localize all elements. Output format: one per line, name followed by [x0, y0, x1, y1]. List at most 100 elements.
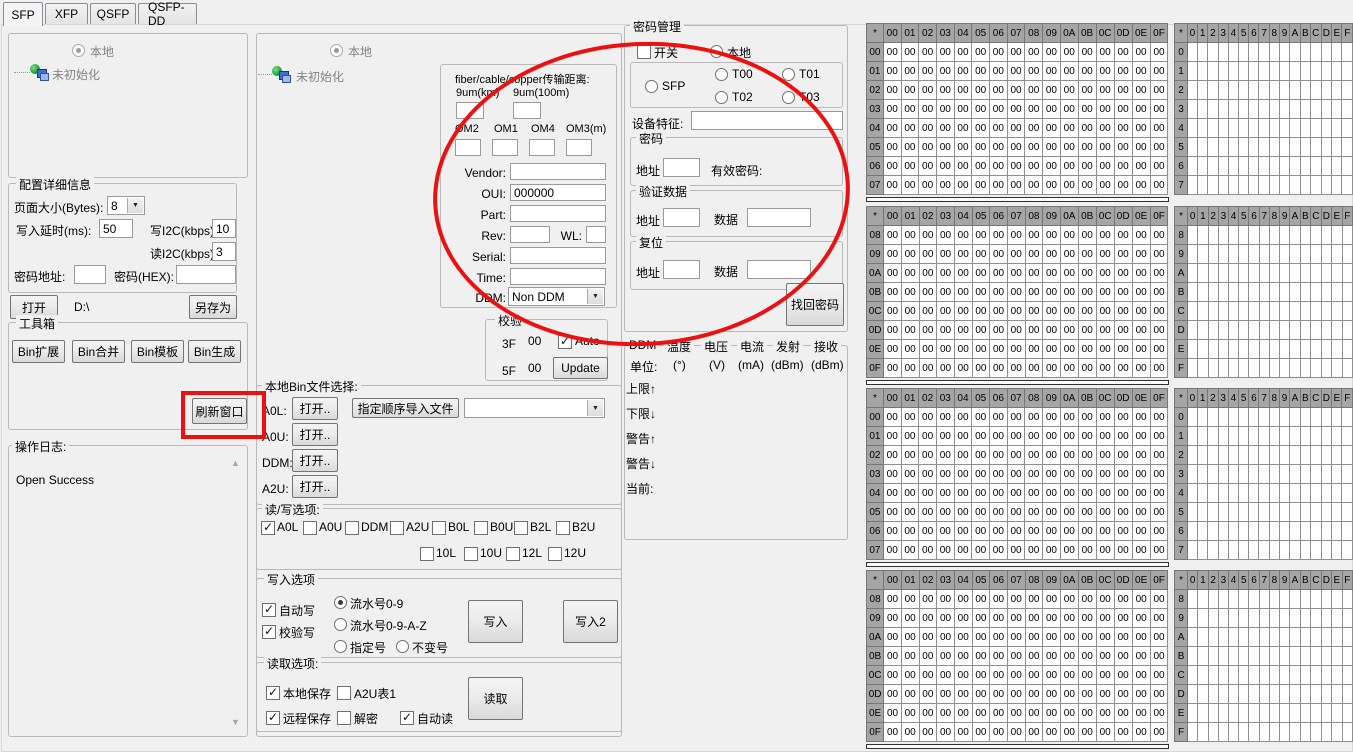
- hex-cell[interactable]: 00: [883, 43, 901, 62]
- hex-cell[interactable]: 00: [1043, 590, 1061, 609]
- hex-cell[interactable]: 00: [972, 647, 990, 666]
- ascii-cell[interactable]: [1269, 119, 1279, 138]
- ascii-cell[interactable]: [1198, 723, 1208, 742]
- ascii-cell[interactable]: [1290, 522, 1300, 541]
- ascii-cell[interactable]: [1239, 427, 1249, 446]
- hex-cell[interactable]: 00: [1078, 119, 1096, 138]
- hex-cell[interactable]: 00: [883, 465, 901, 484]
- hex-cell[interactable]: 00: [1007, 245, 1025, 264]
- hex-cell[interactable]: 00: [972, 283, 990, 302]
- ascii-cell[interactable]: [1321, 62, 1332, 81]
- ascii-cell[interactable]: [1311, 408, 1322, 427]
- hex-cell[interactable]: 00: [1114, 226, 1132, 245]
- hex-cell[interactable]: 00: [919, 723, 937, 742]
- hex-cell[interactable]: 00: [990, 541, 1008, 560]
- ascii-cell[interactable]: [1342, 408, 1353, 427]
- ascii-cell[interactable]: [1269, 176, 1279, 195]
- hex-cell[interactable]: 00: [937, 245, 955, 264]
- ascii-cell[interactable]: [1228, 100, 1238, 119]
- hex-cell[interactable]: 00: [1114, 446, 1132, 465]
- ascii-cell[interactable]: [1321, 503, 1332, 522]
- ascii-cell[interactable]: [1198, 321, 1208, 340]
- hex-cell[interactable]: 00: [1132, 100, 1150, 119]
- ascii-cell[interactable]: [1269, 302, 1279, 321]
- hex-cell[interactable]: 00: [919, 119, 937, 138]
- hex-cell[interactable]: 00: [1007, 62, 1025, 81]
- hex-cell[interactable]: 00: [990, 723, 1008, 742]
- ascii-cell[interactable]: [1311, 666, 1322, 685]
- hex-cell[interactable]: 00: [1025, 647, 1043, 666]
- hex-cell[interactable]: 00: [1114, 340, 1132, 359]
- ascii-cell[interactable]: [1279, 176, 1289, 195]
- hex-cell[interactable]: 00: [954, 609, 972, 628]
- ascii-cell[interactable]: [1208, 226, 1218, 245]
- ascii-cell[interactable]: [1342, 522, 1353, 541]
- ascii-cell[interactable]: [1321, 340, 1332, 359]
- hex-cell[interactable]: 00: [919, 503, 937, 522]
- ascii-cell[interactable]: [1300, 359, 1310, 378]
- ascii-cell[interactable]: [1259, 723, 1269, 742]
- ascii-cell[interactable]: [1321, 43, 1332, 62]
- t01-radio[interactable]: [782, 68, 795, 81]
- ascii-cell[interactable]: [1228, 590, 1238, 609]
- hex-cell[interactable]: 00: [901, 302, 919, 321]
- hex-cell[interactable]: 00: [990, 503, 1008, 522]
- ascii-cell[interactable]: [1218, 647, 1228, 666]
- hex-cell[interactable]: 00: [919, 138, 937, 157]
- hex-cell[interactable]: 00: [1060, 43, 1078, 62]
- ascii-cell[interactable]: [1311, 226, 1322, 245]
- ascii-cell[interactable]: [1228, 723, 1238, 742]
- ascii-cell[interactable]: [1208, 647, 1218, 666]
- ascii-cell[interactable]: [1280, 226, 1290, 245]
- b2u-checkbox[interactable]: [556, 521, 570, 535]
- hex-cell[interactable]: 00: [919, 81, 937, 100]
- hex-cell[interactable]: 00: [1132, 359, 1150, 378]
- scroll-down-icon[interactable]: ▼: [227, 717, 244, 727]
- hex-cell[interactable]: 00: [954, 340, 972, 359]
- hex-cell[interactable]: 00: [1078, 81, 1096, 100]
- hex-cell[interactable]: 00: [1025, 119, 1043, 138]
- ascii-cell[interactable]: [1269, 359, 1279, 378]
- ascii-cell[interactable]: [1311, 100, 1322, 119]
- ascii-cell[interactable]: [1187, 100, 1197, 119]
- hex-cell[interactable]: 00: [1132, 119, 1150, 138]
- hex-cell[interactable]: 00: [1007, 43, 1025, 62]
- hex-cell[interactable]: 00: [1132, 704, 1150, 723]
- ascii-cell[interactable]: [1321, 685, 1332, 704]
- ascii-cell[interactable]: [1269, 666, 1279, 685]
- ascii-cell[interactable]: [1249, 446, 1259, 465]
- hex-cell[interactable]: 00: [919, 62, 937, 81]
- hex-cell[interactable]: 00: [1114, 138, 1132, 157]
- hex-cell[interactable]: 00: [1132, 340, 1150, 359]
- ascii-cell[interactable]: [1290, 628, 1300, 647]
- hex-cell[interactable]: 00: [954, 321, 972, 340]
- hex-cell[interactable]: 00: [1078, 157, 1096, 176]
- hex-cell[interactable]: 00: [990, 647, 1008, 666]
- hex-cell[interactable]: 00: [919, 590, 937, 609]
- ascii-cell[interactable]: [1332, 685, 1342, 704]
- hex-cell[interactable]: 00: [901, 609, 919, 628]
- hex-cell[interactable]: 00: [972, 100, 990, 119]
- hex-cell[interactable]: 00: [1114, 100, 1132, 119]
- om4-input[interactable]: [529, 139, 555, 156]
- ascii-cell[interactable]: [1239, 43, 1249, 62]
- ascii-cell[interactable]: [1228, 138, 1238, 157]
- hex-cell[interactable]: 00: [1025, 176, 1043, 195]
- hex-cell[interactable]: 00: [1043, 157, 1061, 176]
- hex-cell[interactable]: 00: [1025, 685, 1043, 704]
- refresh-window-button[interactable]: 刷新窗口: [192, 398, 247, 424]
- hex-cell[interactable]: 00: [990, 359, 1008, 378]
- hex-cell[interactable]: 00: [1078, 446, 1096, 465]
- hex-cell[interactable]: 00: [919, 264, 937, 283]
- hex-cell[interactable]: 00: [1114, 503, 1132, 522]
- hex-cell[interactable]: 00: [1078, 264, 1096, 283]
- tab-qsfp-dd[interactable]: QSFP-DD: [138, 3, 197, 24]
- ascii-cell[interactable]: [1259, 503, 1269, 522]
- ascii-cell[interactable]: [1228, 522, 1238, 541]
- hex-cell[interactable]: 00: [919, 283, 937, 302]
- password-local-radio[interactable]: [710, 45, 723, 58]
- ascii-cell[interactable]: [1342, 590, 1352, 609]
- ascii-cell[interactable]: [1342, 704, 1352, 723]
- ascii-cell[interactable]: [1290, 264, 1300, 283]
- hex-cell[interactable]: 00: [1078, 503, 1096, 522]
